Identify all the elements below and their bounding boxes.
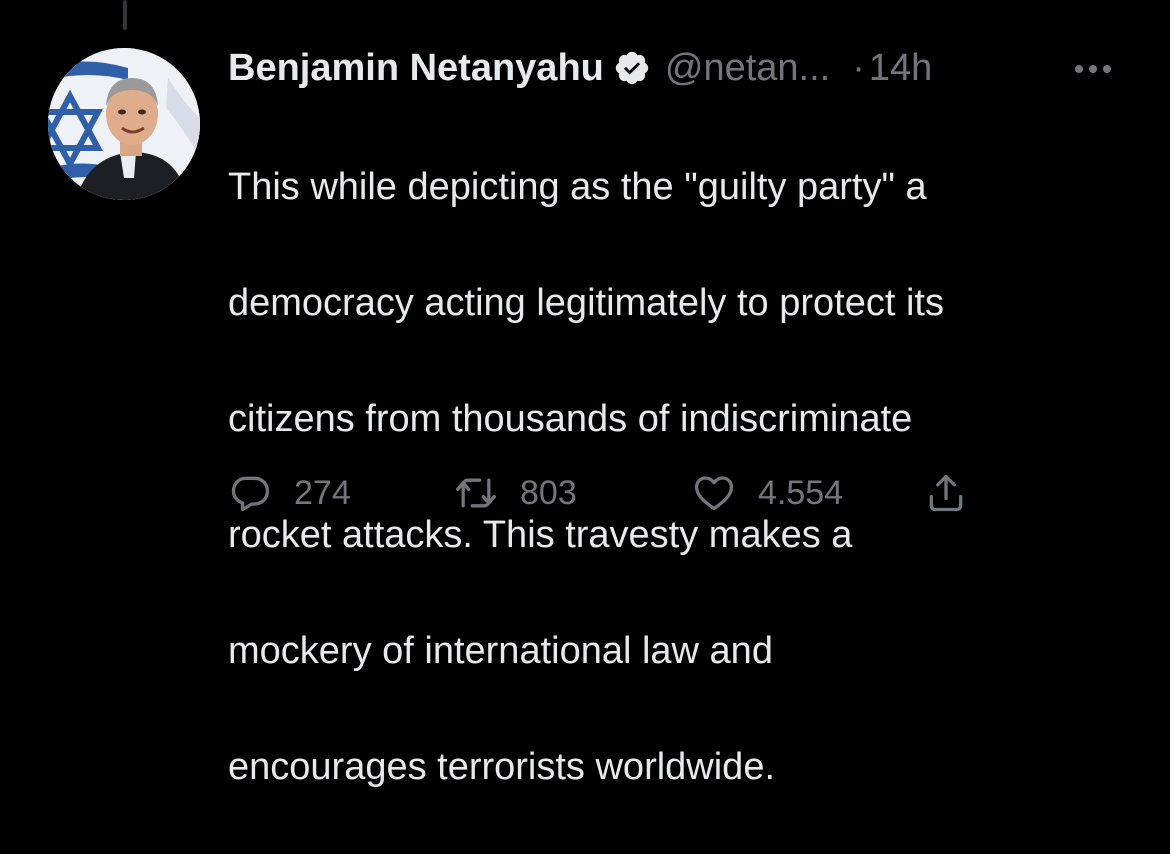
- tweet-text-line: This while depicting as the "guilty part…: [228, 166, 927, 208]
- reply-button[interactable]: 274: [228, 468, 351, 518]
- tweet-text-line: democracy acting legitimately to protect…: [228, 282, 944, 324]
- tweet-header: Benjamin Netanyahu @netan... · 14h: [228, 42, 1138, 94]
- retweet-icon: [454, 471, 498, 515]
- more-options-icon[interactable]: [1071, 54, 1115, 84]
- reply-icon: [228, 471, 272, 515]
- share-icon: [924, 471, 968, 515]
- author-name[interactable]: Benjamin Netanyahu: [228, 47, 604, 90]
- tweet-actions: 274 803 4.554: [228, 468, 988, 518]
- avatar[interactable]: [48, 48, 200, 200]
- share-button[interactable]: [924, 468, 968, 518]
- like-count: 4.554: [758, 473, 844, 512]
- tweet-text-line: mockery of international law and: [228, 630, 773, 672]
- timestamp[interactable]: 14h: [869, 47, 932, 90]
- avatar-image: [48, 48, 200, 200]
- reply-count: 274: [294, 473, 351, 512]
- tweet-text-line: encourages terrorists worldwide.: [228, 746, 776, 788]
- tweet-content: Benjamin Netanyahu @netan... · 14h This …: [228, 42, 1138, 854]
- heart-icon: [692, 471, 736, 515]
- retweet-count: 803: [520, 473, 577, 512]
- retweet-button[interactable]: 803: [454, 468, 577, 518]
- author-handle[interactable]: @netan...: [665, 47, 830, 90]
- separator-dot: ·: [852, 46, 865, 89]
- thread-line: [123, 0, 127, 30]
- like-button[interactable]: 4.554: [692, 468, 843, 518]
- tweet-text-line: citizens from thousands of indiscriminat…: [228, 398, 913, 440]
- verified-badge-icon: [613, 49, 651, 87]
